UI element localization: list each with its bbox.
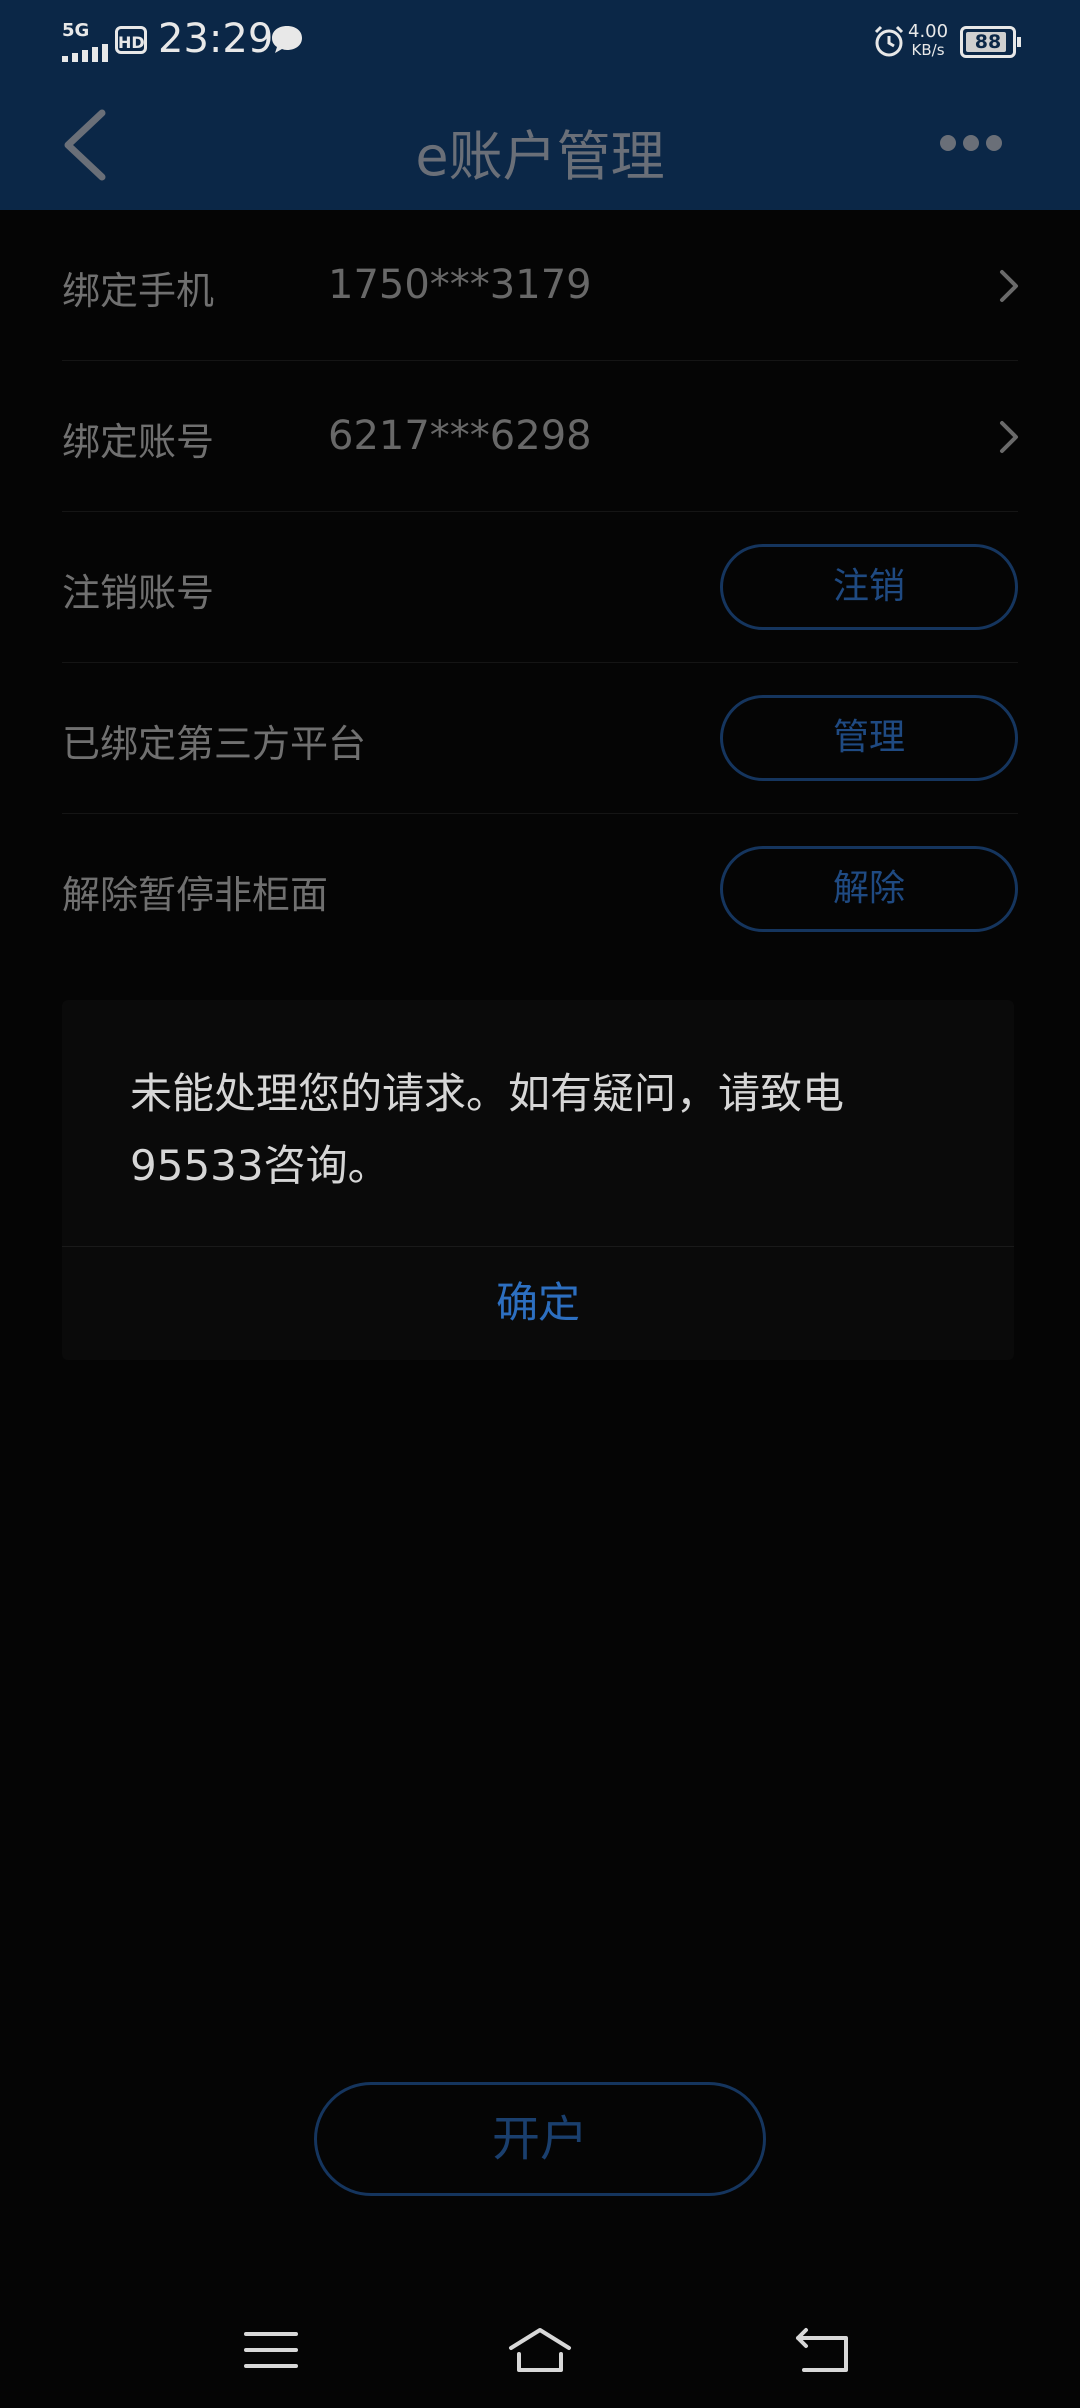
manage-third-party-button[interactable]: 管理 (720, 695, 1018, 781)
third-party-row: 已绑定第三方平台 管理 (0, 663, 1080, 814)
page-title: e账户管理 (415, 125, 665, 188)
row-label: 解除暂停非柜面 (62, 873, 329, 917)
system-nav-bar (0, 2300, 1080, 2408)
cancel-account-row: 注销账号 注销 (0, 512, 1080, 663)
network-speed: 4.00 KB/s (908, 21, 949, 59)
lift-suspension-row: 解除暂停非柜面 解除 (0, 814, 1080, 965)
signal-icon (62, 44, 108, 62)
bound-account-value: 6217***6298 (328, 413, 592, 459)
bound-account-row[interactable]: 绑定账号 6217***6298 (0, 361, 1080, 512)
row-label: 绑定账号 (62, 420, 215, 464)
row-label: 已绑定第三方平台 (62, 722, 367, 766)
bound-phone-value: 1750***3179 (328, 262, 592, 308)
chevron-right-icon (1000, 270, 1018, 302)
back-icon[interactable] (788, 2320, 858, 2380)
menu-icon[interactable] (236, 2320, 306, 2380)
status-bar: 5G HD 23:29 4.00 KB/s 88 (0, 0, 1080, 82)
network-type: 5G (62, 20, 90, 41)
row-label: 注销账号 (62, 571, 215, 615)
open-account-button[interactable]: 开户 (314, 2082, 766, 2196)
battery-icon: 88 (960, 26, 1021, 58)
account-settings-list: 绑定手机 1750***3179 绑定账号 6217***6298 注销账号 注… (0, 210, 1080, 965)
dialog-message: 未能处理您的请求。如有疑问，请致电95533咨询。 (130, 1069, 845, 1190)
clock-time: 23:29 (158, 16, 274, 62)
battery-level: 88 (974, 31, 1002, 53)
cancel-account-button[interactable]: 注销 (720, 544, 1018, 630)
confirm-button[interactable]: 确定 (62, 1246, 1014, 1360)
error-dialog: 未能处理您的请求。如有疑问，请致电95533咨询。 确定 (62, 1000, 1014, 1360)
lift-suspension-button[interactable]: 解除 (720, 846, 1018, 932)
alarm-icon (874, 25, 904, 57)
more-horizontal-icon[interactable] (940, 135, 1002, 157)
hd-icon: HD (115, 26, 147, 54)
chevron-right-icon (1000, 421, 1018, 453)
message-icon (272, 26, 302, 53)
home-icon[interactable] (505, 2320, 575, 2380)
app-header: 5G HD 23:29 4.00 KB/s 88 e账户管理 (0, 0, 1080, 210)
signal-indicator: 5G (62, 22, 108, 62)
row-label: 绑定手机 (62, 269, 215, 313)
bound-phone-row[interactable]: 绑定手机 1750***3179 (0, 210, 1080, 361)
